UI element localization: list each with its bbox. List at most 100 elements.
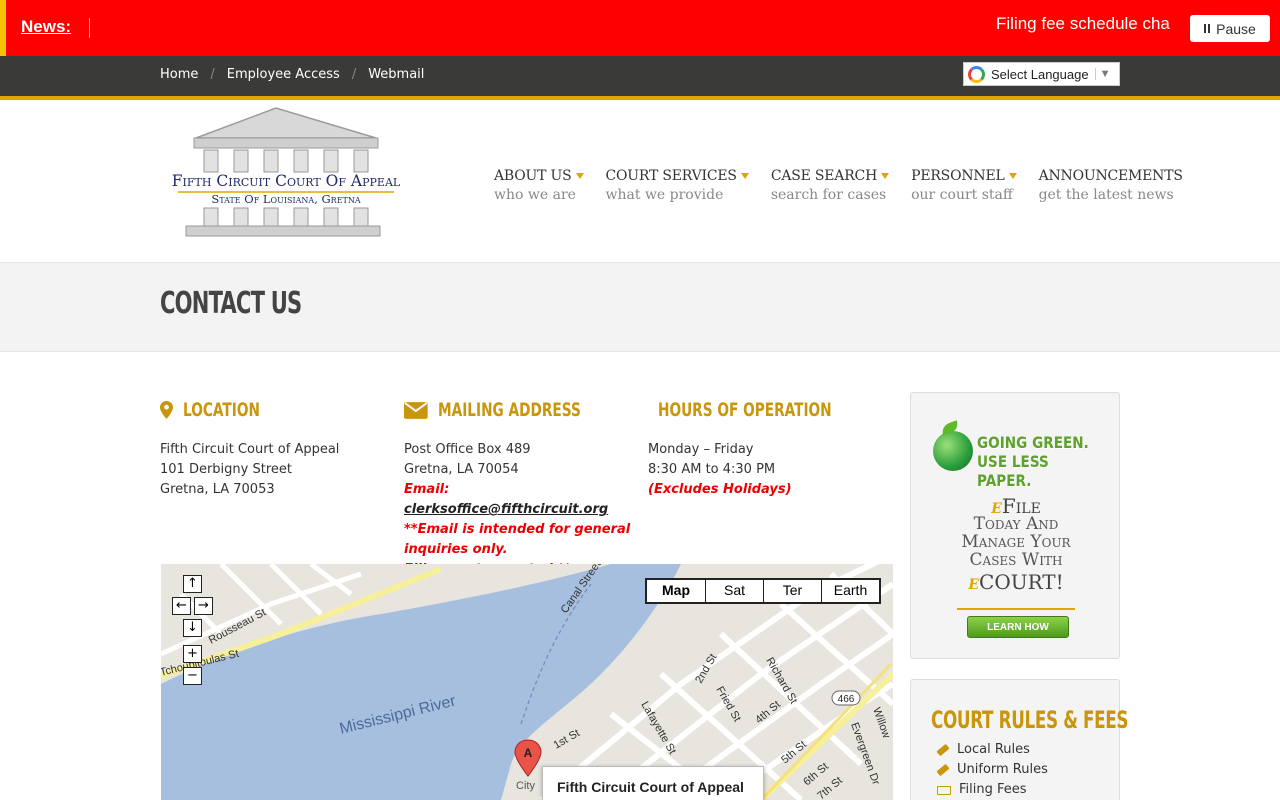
ecourt-e: e xyxy=(968,570,980,594)
efile-line: Today And xyxy=(973,514,1059,534)
location-heading-text: LOCATION xyxy=(183,399,260,421)
location-heading: LOCATION xyxy=(160,400,395,420)
map-type-ter[interactable]: Ter xyxy=(763,580,821,602)
hours-heading: HOURS OF OPERATION xyxy=(648,400,883,420)
map-pan-right-icon[interactable]: → xyxy=(194,597,213,615)
caret-down-icon xyxy=(740,173,749,179)
main-nav: ABOUT US who we are COURT SERVICES what … xyxy=(494,168,1183,203)
pause-button[interactable]: Pause xyxy=(1190,15,1270,42)
language-select-label: Select Language xyxy=(991,66,1089,82)
map-zoom-out-icon[interactable]: − xyxy=(183,667,202,685)
dropdown-arrow-icon: ▼ xyxy=(1094,68,1110,80)
caret-down-icon xyxy=(881,173,890,179)
map-pan-left-icon[interactable]: ← xyxy=(172,597,191,615)
court-rules-title: COURT RULES & FEES xyxy=(931,706,1129,734)
nav-subtitle: get the latest news xyxy=(1038,187,1174,203)
efile-divider xyxy=(957,608,1075,610)
util-link-employee-access[interactable]: Employee Access xyxy=(227,67,340,82)
nav-subtitle: our court staff xyxy=(911,187,1013,203)
globe-icon xyxy=(933,431,973,471)
map-pan-down-icon[interactable]: ↓ xyxy=(183,619,202,637)
email-link[interactable]: clerksoffice@fifthcircuit.org xyxy=(404,502,608,517)
email-note: **Email is intended for general inquirie… xyxy=(404,522,631,557)
email-prefix: Email: xyxy=(404,482,450,497)
mailing-section: MAILING ADDRESS Post Office Box 489 Gret… xyxy=(404,400,636,580)
map-type-switcher: Map Sat Ter Earth xyxy=(645,578,881,604)
rules-item-uniform[interactable]: Uniform Rules xyxy=(931,760,1119,780)
map-type-earth[interactable]: Earth xyxy=(821,580,879,602)
rules-item-local[interactable]: Local Rules xyxy=(931,740,1119,760)
efile-line: Manage Your xyxy=(961,532,1071,552)
rules-item-label: Uniform Rules xyxy=(957,762,1048,777)
holidays-note: (Excludes Holidays) xyxy=(648,482,792,497)
hours-line: 8:30 AM to 4:30 PM xyxy=(648,462,776,477)
util-separator: / xyxy=(351,67,357,82)
location-section: LOCATION Fifth Circuit Court of Appeal 1… xyxy=(160,400,395,500)
email-line: Email: clerksoffice@fifthcircuit.org xyxy=(404,480,636,520)
efile-line: Cases With xyxy=(969,550,1063,570)
gavel-icon xyxy=(936,743,950,757)
util-link-webmail[interactable]: Webmail xyxy=(368,67,424,82)
nav-personnel[interactable]: PERSONNEL our court staff xyxy=(911,168,1017,203)
map-pan-up-icon[interactable]: ↑ xyxy=(183,575,202,593)
rules-item-label: Local Rules xyxy=(957,742,1030,757)
court-logo[interactable]: Fifth Circuit Court Of Appeal State Of L… xyxy=(160,106,412,240)
hours-section: HOURS OF OPERATION Monday – Friday 8:30 … xyxy=(648,400,883,500)
nav-announcements[interactable]: ANNOUNCEMENTS get the latest news xyxy=(1039,168,1183,203)
location-map[interactable]: Mississippi River Canal Street Rousseau … xyxy=(161,564,893,800)
caret-down-icon xyxy=(1008,173,1017,179)
pause-icon xyxy=(1204,24,1211,33)
util-separator: / xyxy=(210,67,215,82)
utility-gold-line xyxy=(0,96,1280,100)
location-line: 101 Derbigny Street xyxy=(160,462,292,477)
logo-line-1: Fifth Circuit Court Of Appeal xyxy=(172,172,401,190)
nav-court-services[interactable]: COURT SERVICES what we provide xyxy=(606,168,749,203)
nav-title: PERSONNEL xyxy=(911,168,1005,184)
google-icon xyxy=(968,65,985,83)
page-title: CONTACT US xyxy=(160,286,302,321)
news-ticker-bar: News: Filing fee schedule cha Pause xyxy=(0,0,1280,56)
learn-how-button[interactable]: LEARN HOW xyxy=(967,616,1069,638)
hours-line: Monday – Friday xyxy=(648,442,754,457)
nav-title: CASE SEARCH xyxy=(770,168,878,184)
nav-about-us[interactable]: ABOUT US who we are xyxy=(494,168,584,203)
news-label-link[interactable]: News: xyxy=(21,17,71,37)
going-green-line: USE LESS PAPER. xyxy=(977,452,1049,490)
news-ticker-text[interactable]: Filing fee schedule cha xyxy=(996,14,1178,34)
location-line: Fifth Circuit Court of Appeal xyxy=(160,442,340,457)
rules-item-label: Filing Fees xyxy=(959,782,1027,797)
map-info-window[interactable]: Fifth Circuit Court of Appeal xyxy=(542,766,764,800)
court-rules-box: COURT RULES & FEES Local Rules Uniform R… xyxy=(910,679,1129,800)
money-icon xyxy=(937,785,951,795)
court-rules-list: Local Rules Uniform Rules Filing Fees xyxy=(931,740,1119,800)
going-green-text: GOING GREEN. USE LESS PAPER. xyxy=(977,433,1098,490)
map-type-sat[interactable]: Sat xyxy=(705,580,763,602)
map-pin-icon xyxy=(160,401,173,419)
util-link-home[interactable]: Home xyxy=(160,67,198,82)
language-select[interactable]: Select Language ▼ xyxy=(963,62,1120,86)
caret-down-icon xyxy=(575,173,584,179)
logo-line-2: State Of Louisiana, Gretna xyxy=(211,192,361,206)
nav-subtitle: search for cases xyxy=(770,187,887,203)
mailing-heading-text: MAILING ADDRESS xyxy=(437,399,581,421)
hours-heading-text: HOURS OF OPERATION xyxy=(658,399,832,421)
location-line: Gretna, LA 70053 xyxy=(160,482,275,497)
utility-nav: Home / Employee Access / Webmail xyxy=(160,67,424,82)
nav-title: COURT SERVICES xyxy=(605,168,737,184)
mailing-line: Gretna, LA 70054 xyxy=(404,462,519,477)
mailing-heading: MAILING ADDRESS xyxy=(404,400,636,420)
map-type-map[interactable]: Map xyxy=(647,580,705,602)
efile-promo-text: eFile Today And Manage Your Cases With e… xyxy=(911,496,1121,594)
nav-case-search[interactable]: CASE SEARCH search for cases xyxy=(770,168,890,203)
envelope-icon xyxy=(404,401,428,419)
route-shield-label: 466 xyxy=(838,694,855,705)
ecourt-word: COURT! xyxy=(979,570,1064,594)
going-green-line: GOING GREEN. xyxy=(977,433,1089,452)
nav-title: ANNOUNCEMENTS xyxy=(1038,168,1183,184)
rules-item-fees[interactable]: Filing Fees xyxy=(931,780,1119,800)
efile-promo-banner[interactable]: GOING GREEN. USE LESS PAPER. eFile Today… xyxy=(910,392,1120,659)
mailing-line: Post Office Box 489 xyxy=(404,442,531,457)
pause-label: Pause xyxy=(1216,20,1256,37)
nav-title: ABOUT US xyxy=(494,168,572,184)
map-zoom-in-icon[interactable]: + xyxy=(183,645,202,663)
